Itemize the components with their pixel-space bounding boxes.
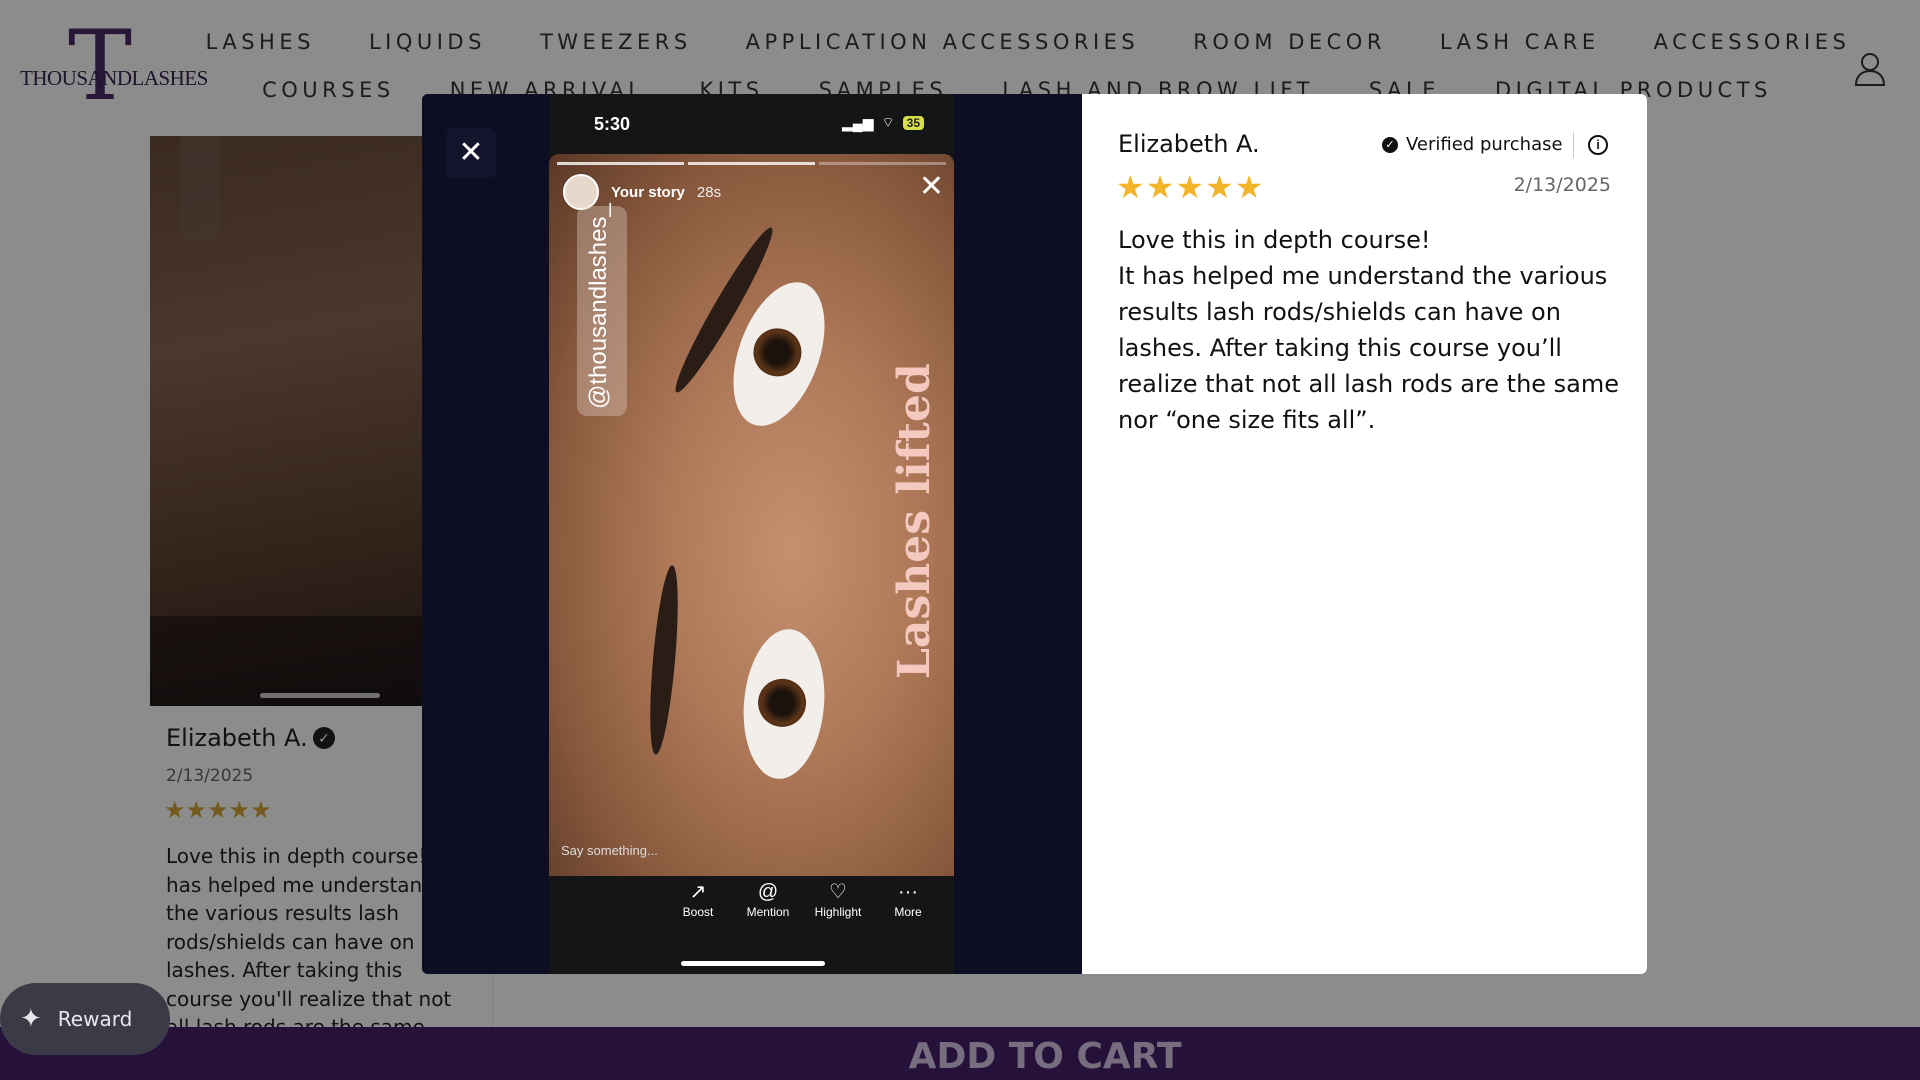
- phone-status-bar: 5:30 ▂▄▆ ⌔ 35: [549, 94, 954, 154]
- story-close-icon: ✕: [918, 170, 944, 203]
- highlight-action: ♡ Highlight: [814, 879, 862, 959]
- verified-badge: ✓ Verified purchase: [1382, 134, 1563, 155]
- story-user: Your story: [611, 183, 685, 201]
- eye-lower: [737, 625, 831, 783]
- story-overlay-text: Lashes lifted: [889, 363, 940, 679]
- status-indicators: ▂▄▆ ⌔ 35: [842, 114, 924, 132]
- verified-check-icon: ✓: [1382, 136, 1398, 153]
- battery-icon: 35: [902, 116, 924, 130]
- star-rating: ★★★★★: [1116, 169, 1265, 205]
- review-date: 2/13/2025: [1513, 174, 1611, 196]
- brow-lower: [644, 564, 684, 756]
- reviewer-name: Elizabeth A.: [1118, 130, 1260, 158]
- highlight-label: Highlight: [814, 905, 862, 919]
- status-time: 5:30: [594, 114, 631, 134]
- story-action-bar: ↗ Boost @ Mention ♡ Highlight ··· More: [549, 879, 954, 959]
- modal-review-pane: Elizabeth A. ✓ Verified purchase i ★★★★★…: [1082, 94, 1647, 974]
- boost-icon: ↗: [689, 881, 707, 903]
- wifi-icon: ⌔: [881, 114, 895, 130]
- mention-icon: @: [757, 881, 779, 903]
- divider: [1573, 132, 1574, 158]
- handle-text: @thousandlashes_: [585, 203, 612, 409]
- more-label: More: [894, 905, 922, 919]
- boost-label: Boost: [682, 905, 714, 919]
- more-action: ··· More: [884, 879, 932, 959]
- review-body: Love this in depth course! It has helped…: [1118, 226, 1620, 434]
- review-media-modal: ✕ 5:30 ▂▄▆ ⌔ 35 Your story 28s ✕ @thousa…: [422, 94, 1647, 974]
- mention-action: @ Mention: [744, 879, 792, 959]
- highlight-icon: ♡: [829, 881, 847, 903]
- boost-action: ↗ Boost: [674, 879, 722, 959]
- modal-media-pane: ✕ 5:30 ▂▄▆ ⌔ 35 Your story 28s ✕ @thousa…: [422, 94, 1082, 974]
- signal-icon: ▂▄▆: [842, 114, 874, 131]
- close-modal-button[interactable]: ✕: [446, 128, 496, 178]
- party-popper-icon: ✦: [20, 1004, 42, 1034]
- mention-label: Mention: [746, 905, 790, 919]
- more-icon: ···: [898, 881, 918, 903]
- story-progress: [557, 162, 946, 165]
- home-indicator: [681, 961, 825, 966]
- story-image: Your story 28s ✕ @thousandlashes_ Lashes…: [549, 154, 954, 876]
- reward-button[interactable]: ✦ Reward: [0, 983, 170, 1055]
- phone-screenshot: 5:30 ▂▄▆ ⌔ 35 Your story 28s ✕ @thousand…: [549, 94, 954, 974]
- say-something-placeholder: Say something...: [561, 843, 658, 858]
- verified-label: Verified purchase: [1406, 134, 1563, 155]
- story-age: 28s: [696, 183, 722, 201]
- info-icon[interactable]: i: [1588, 135, 1608, 155]
- reward-label: Reward: [57, 1007, 133, 1031]
